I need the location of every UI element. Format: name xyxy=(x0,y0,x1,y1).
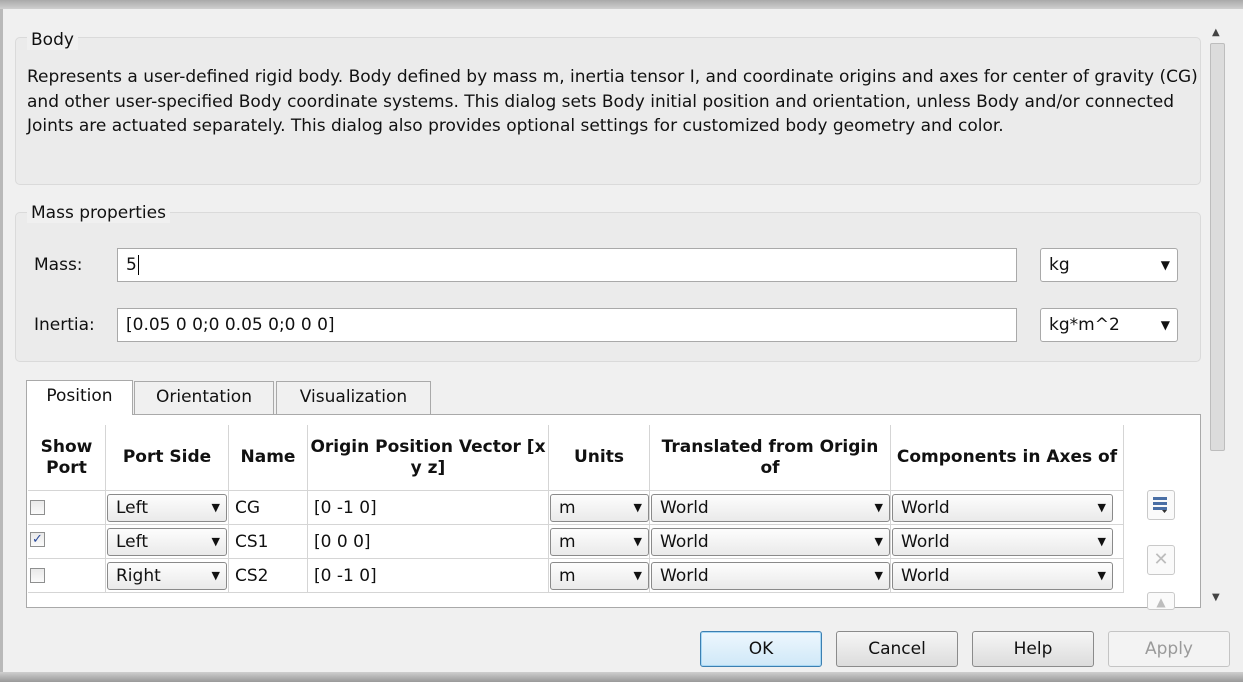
scrollbar-thumb[interactable] xyxy=(1210,43,1225,451)
frame-name[interactable]: CG xyxy=(235,494,260,522)
components-in-value: World xyxy=(901,532,950,552)
move-up-icon[interactable]: ▲ xyxy=(1147,592,1175,610)
delete-row-icon[interactable]: ✕ xyxy=(1147,545,1175,575)
inertia-input[interactable]: [0.05 0 0;0 0.05 0;0 0 0] xyxy=(117,308,1017,342)
inertia-unit-value: kg*m^2 xyxy=(1049,315,1120,335)
units-value: m xyxy=(559,532,576,552)
show-port-checkbox[interactable]: ✓ xyxy=(30,532,45,547)
checkmark-icon: ✓ xyxy=(32,532,43,547)
chevron-down-icon: ▼ xyxy=(633,569,642,582)
chevron-down-icon: ▼ xyxy=(1160,318,1170,332)
chevron-down-icon: ▼ xyxy=(1097,501,1106,514)
units-select[interactable]: m ▼ xyxy=(550,562,649,590)
ok-button[interactable]: OK xyxy=(700,631,822,667)
port-side-value: Left xyxy=(116,532,148,552)
chevron-down-icon: ▼ xyxy=(211,569,220,582)
mass-unit-select[interactable]: kg ▼ xyxy=(1040,248,1178,282)
components-in-select[interactable]: World ▼ xyxy=(892,562,1113,590)
chevron-down-icon: ▼ xyxy=(633,535,642,548)
inertia-input-value: [0.05 0 0;0 0.05 0;0 0 0] xyxy=(126,315,335,335)
chevron-down-icon: ▼ xyxy=(211,535,220,548)
body-group-legend: Body xyxy=(27,30,78,50)
tab-orientation[interactable]: Orientation xyxy=(134,381,274,414)
header-components-in: Components in Axes of xyxy=(891,425,1124,491)
header-port-side: Port Side xyxy=(106,425,229,491)
chevron-down-icon: ▼ xyxy=(1097,569,1106,582)
tab-position[interactable]: Position xyxy=(26,380,133,415)
port-side-value: Left xyxy=(116,498,148,518)
window-top-edge xyxy=(0,0,1243,9)
translated-from-value: World xyxy=(660,498,709,518)
translated-from-value: World xyxy=(660,566,709,586)
frame-name[interactable]: CS1 xyxy=(235,528,268,556)
chevron-down-icon: ▼ xyxy=(633,501,642,514)
mass-input-value: 5 xyxy=(126,255,137,275)
mass-properties-legend: Mass properties xyxy=(27,203,170,223)
text-caret xyxy=(137,255,139,275)
units-value: m xyxy=(559,566,576,586)
inertia-unit-select[interactable]: kg*m^2 ▼ xyxy=(1040,308,1178,342)
add-row-glyph xyxy=(1153,497,1167,513)
add-row-icon[interactable] xyxy=(1147,490,1175,520)
window-bottom-edge xyxy=(0,672,1243,682)
units-select[interactable]: m ▼ xyxy=(550,494,649,522)
scroll-down-icon[interactable]: ▼ xyxy=(1212,592,1220,603)
chevron-down-icon: ▼ xyxy=(874,569,883,582)
origin-vector[interactable]: [0 -1 0] xyxy=(314,494,377,522)
origin-vector[interactable]: [0 -1 0] xyxy=(314,562,377,590)
components-in-select[interactable]: World ▼ xyxy=(892,528,1113,556)
show-port-checkbox[interactable] xyxy=(30,500,45,515)
header-origin-position: Origin Position Vector [x y z] xyxy=(308,425,549,491)
chevron-down-icon: ▼ xyxy=(1097,535,1106,548)
header-name: Name xyxy=(229,425,308,491)
tab-visualization[interactable]: Visualization xyxy=(276,381,431,414)
mass-input[interactable]: 5 xyxy=(117,248,1017,282)
chevron-down-icon: ▼ xyxy=(874,535,883,548)
origin-vector[interactable]: [0 0 0] xyxy=(314,528,371,556)
mass-label: Mass: xyxy=(34,255,83,275)
vertical-scrollbar[interactable]: ▲ ▼ xyxy=(1209,17,1226,607)
port-side-select[interactable]: Left ▼ xyxy=(107,494,227,522)
frame-name[interactable]: CS2 xyxy=(235,562,268,590)
translated-from-select[interactable]: World ▼ xyxy=(651,562,890,590)
chevron-down-icon: ▼ xyxy=(1160,258,1170,272)
help-button[interactable]: Help xyxy=(972,631,1094,667)
components-in-select[interactable]: World ▼ xyxy=(892,494,1113,522)
header-translated-from: Translated from Origin of xyxy=(650,425,891,491)
components-in-value: World xyxy=(901,566,950,586)
components-in-value: World xyxy=(901,498,950,518)
cancel-button[interactable]: Cancel xyxy=(836,631,958,667)
translated-from-value: World xyxy=(660,532,709,552)
scroll-up-icon[interactable]: ▲ xyxy=(1212,27,1220,38)
apply-button[interactable]: Apply xyxy=(1108,631,1230,667)
inertia-label: Inertia: xyxy=(34,315,95,335)
translated-from-select[interactable]: World ▼ xyxy=(651,528,890,556)
units-value: m xyxy=(559,498,576,518)
header-units: Units xyxy=(549,425,650,491)
body-description: Represents a user-defined rigid body. Bo… xyxy=(27,67,1198,137)
translated-from-select[interactable]: World ▼ xyxy=(651,494,890,522)
chevron-down-icon: ▼ xyxy=(211,501,220,514)
chevron-down-icon: ▼ xyxy=(874,501,883,514)
port-side-value: Right xyxy=(116,566,161,586)
show-port-checkbox[interactable] xyxy=(30,568,45,583)
port-side-select[interactable]: Right ▼ xyxy=(107,562,227,590)
header-show-port: Show Port xyxy=(28,425,106,491)
units-select[interactable]: m ▼ xyxy=(550,528,649,556)
mass-unit-value: kg xyxy=(1049,255,1070,275)
port-side-select[interactable]: Left ▼ xyxy=(107,528,227,556)
